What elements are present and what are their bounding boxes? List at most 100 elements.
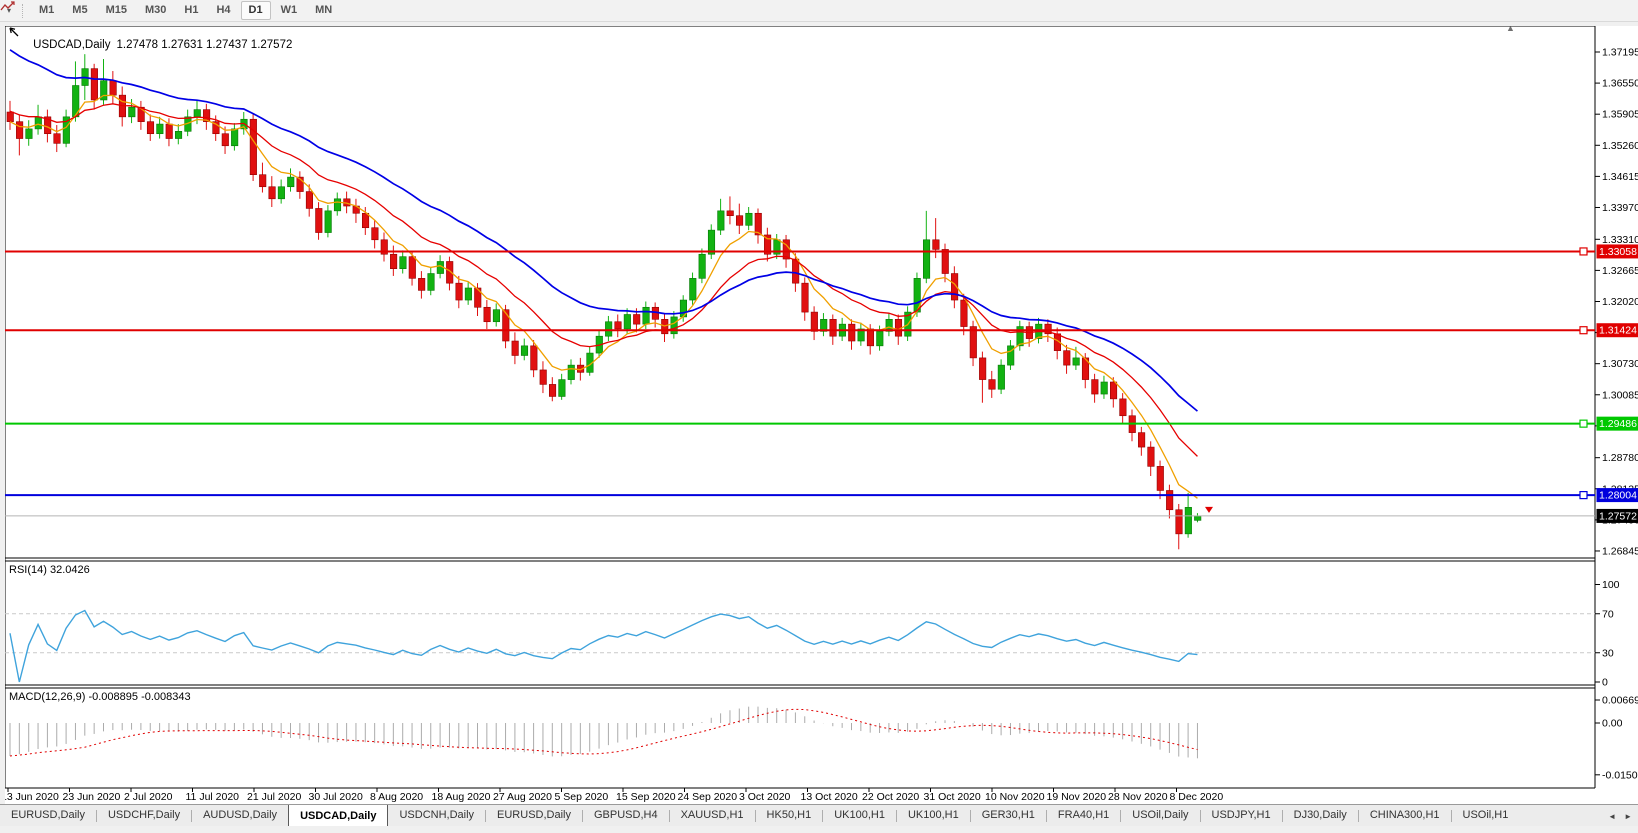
timeframe-button-h4[interactable]: H4 <box>208 1 238 20</box>
tab-dj30-daily[interactable]: DJ30,Daily <box>1283 805 1358 827</box>
date-tick-label: 19 Nov 2020 <box>1047 791 1107 803</box>
candle-body-up <box>690 278 697 300</box>
candle-body-down <box>390 254 397 268</box>
tab-usdcad-daily[interactable]: USDCAD,Daily <box>288 805 388 827</box>
timeframe-button-mn[interactable]: MN <box>307 1 340 20</box>
tab-scroll-left-icon[interactable]: ◄ <box>1608 812 1616 821</box>
candle-body-up <box>278 187 285 199</box>
timeframe-button-h1[interactable]: H1 <box>176 1 206 20</box>
date-tick-label: 5 Sep 2020 <box>555 791 609 803</box>
tab-usoil-daily[interactable]: USOil,Daily <box>1121 805 1199 827</box>
date-tick-label: 15 Sep 2020 <box>616 791 676 803</box>
date-tick-label: 23 Jun 2020 <box>63 791 121 803</box>
tab-china300-h1[interactable]: CHINA300,H1 <box>1359 805 1451 827</box>
resistance-line-label: 1.31424 <box>1599 325 1637 337</box>
candle-body-down <box>830 319 837 336</box>
candle-body-down <box>91 69 98 100</box>
tab-usdjpy-h1[interactable]: USDJPY,H1 <box>1201 805 1282 827</box>
candle-body-down <box>418 278 425 290</box>
candle-body-down <box>512 341 519 355</box>
timeframe-button-m30[interactable]: M30 <box>137 1 174 20</box>
rsi-tick-label: 30 <box>1602 647 1614 659</box>
candle-body-up <box>1073 358 1080 365</box>
candle-body-up <box>1101 382 1108 394</box>
timeframe-button-m1[interactable]: M1 <box>31 1 62 20</box>
chart-symbol-label: USDCAD,Daily <box>33 39 110 51</box>
candle-body-down <box>727 211 734 216</box>
timeframe-button-m5[interactable]: M5 <box>64 1 95 20</box>
chart-canvas[interactable]: 1.371951.365501.359051.352601.346151.339… <box>0 0 1638 833</box>
candle-body-up <box>175 131 182 138</box>
candle-body-down <box>1148 447 1155 466</box>
candle-body-up <box>605 322 612 336</box>
rsi-tick-label: 70 <box>1602 608 1614 620</box>
support-line-label: 1.28004 <box>1599 490 1637 502</box>
date-tick-label: 18 Aug 2020 <box>432 791 491 803</box>
candle-body-down <box>503 310 510 341</box>
candle-body-up <box>521 346 528 356</box>
candle-body-down <box>961 300 968 327</box>
candle-body-up <box>428 274 435 291</box>
candle-body-up <box>998 365 1005 389</box>
ma-line-fast <box>10 95 1197 498</box>
price-tick-label: 1.35905 <box>1602 109 1638 121</box>
candle-body-down <box>456 283 463 300</box>
candle-body-down <box>259 175 266 187</box>
tab-audusd-daily[interactable]: AUDUSD,Daily <box>192 805 288 827</box>
candle-body-down <box>1176 510 1183 534</box>
tab-uk100-h1[interactable]: UK100,H1 <box>823 805 896 827</box>
tab-gbpusd-h4[interactable]: GBPUSD,H4 <box>583 805 669 827</box>
candle-body-up <box>559 380 566 397</box>
candle-body-down <box>942 249 949 273</box>
date-tick-label: 8 Dec 2020 <box>1170 791 1224 803</box>
date-tick-label: 10 Nov 2020 <box>985 791 1045 803</box>
indicator-arrow-button[interactable]: ▾ <box>2 2 14 20</box>
candle-body-up <box>643 307 650 324</box>
candle-body-down <box>222 134 229 146</box>
tab-fra40-h1[interactable]: FRA40,H1 <box>1047 805 1120 827</box>
candle-body-down <box>269 187 276 199</box>
tab-usdchf-daily[interactable]: USDCHF,Daily <box>97 805 191 827</box>
timeframe-button-m15[interactable]: M15 <box>98 1 135 20</box>
price-tick-label: 1.30730 <box>1602 358 1638 370</box>
date-tick-label: 11 Jul 2020 <box>186 791 240 803</box>
date-tick-label: 3 Oct 2020 <box>739 791 791 803</box>
tab-usdcnh-daily[interactable]: USDCNH,Daily <box>388 805 485 827</box>
candle-body-down <box>540 370 547 384</box>
tab-xauusd-h1[interactable]: XAUUSD,H1 <box>670 805 755 827</box>
candle-body-up <box>231 129 238 146</box>
candle-body-up <box>35 117 42 129</box>
chart-pointer-icon <box>9 27 28 63</box>
ma-line-medium <box>10 104 1197 457</box>
tab-uk100-h1[interactable]: UK100,H1 <box>897 805 970 827</box>
timeframe-button-w1[interactable]: W1 <box>273 1 306 20</box>
candle-body-down <box>16 122 23 139</box>
candle-body-down <box>849 324 856 341</box>
tab-ger30-h1[interactable]: GER30,H1 <box>971 805 1046 827</box>
price-tick-label: 1.36550 <box>1602 78 1638 90</box>
candle-body-down <box>316 208 323 232</box>
price-tick-label: 1.30085 <box>1602 389 1638 401</box>
tab-usoil-h1[interactable]: USOil,H1 <box>1452 805 1520 827</box>
price-tick-label: 1.26845 <box>1602 545 1638 557</box>
rsi-label: RSI(14) 32.0426 <box>9 564 90 576</box>
candle-body-down <box>867 329 874 346</box>
tab-eurusd-daily[interactable]: EURUSD,Daily <box>0 805 96 827</box>
candle-body-up <box>288 177 295 187</box>
candle-body-down <box>1120 399 1127 416</box>
tab-hk50-h1[interactable]: HK50,H1 <box>756 805 823 827</box>
price-tick-label: 1.35260 <box>1602 140 1638 152</box>
level-handle <box>1580 248 1587 255</box>
candle-body-down <box>979 358 986 380</box>
tab-eurusd-daily[interactable]: EURUSD,Daily <box>486 805 582 827</box>
date-tick-label: 13 Oct 2020 <box>801 791 858 803</box>
candle-body-down <box>372 228 379 240</box>
candle-body-down <box>933 240 940 250</box>
price-tick-label: 1.33310 <box>1602 234 1638 246</box>
timeframe-button-d1[interactable]: D1 <box>241 1 271 20</box>
level-handle <box>1580 492 1587 499</box>
tab-scroll-right-icon[interactable]: ► <box>1624 812 1632 821</box>
macd-label: MACD(12,26,9) -0.008895 -0.008343 <box>9 691 191 703</box>
macd-tick-label: 0.006692 <box>1602 694 1638 706</box>
chart-title: USDCAD,Daily 1.27478 1.27631 1.27437 1.2… <box>9 27 298 63</box>
